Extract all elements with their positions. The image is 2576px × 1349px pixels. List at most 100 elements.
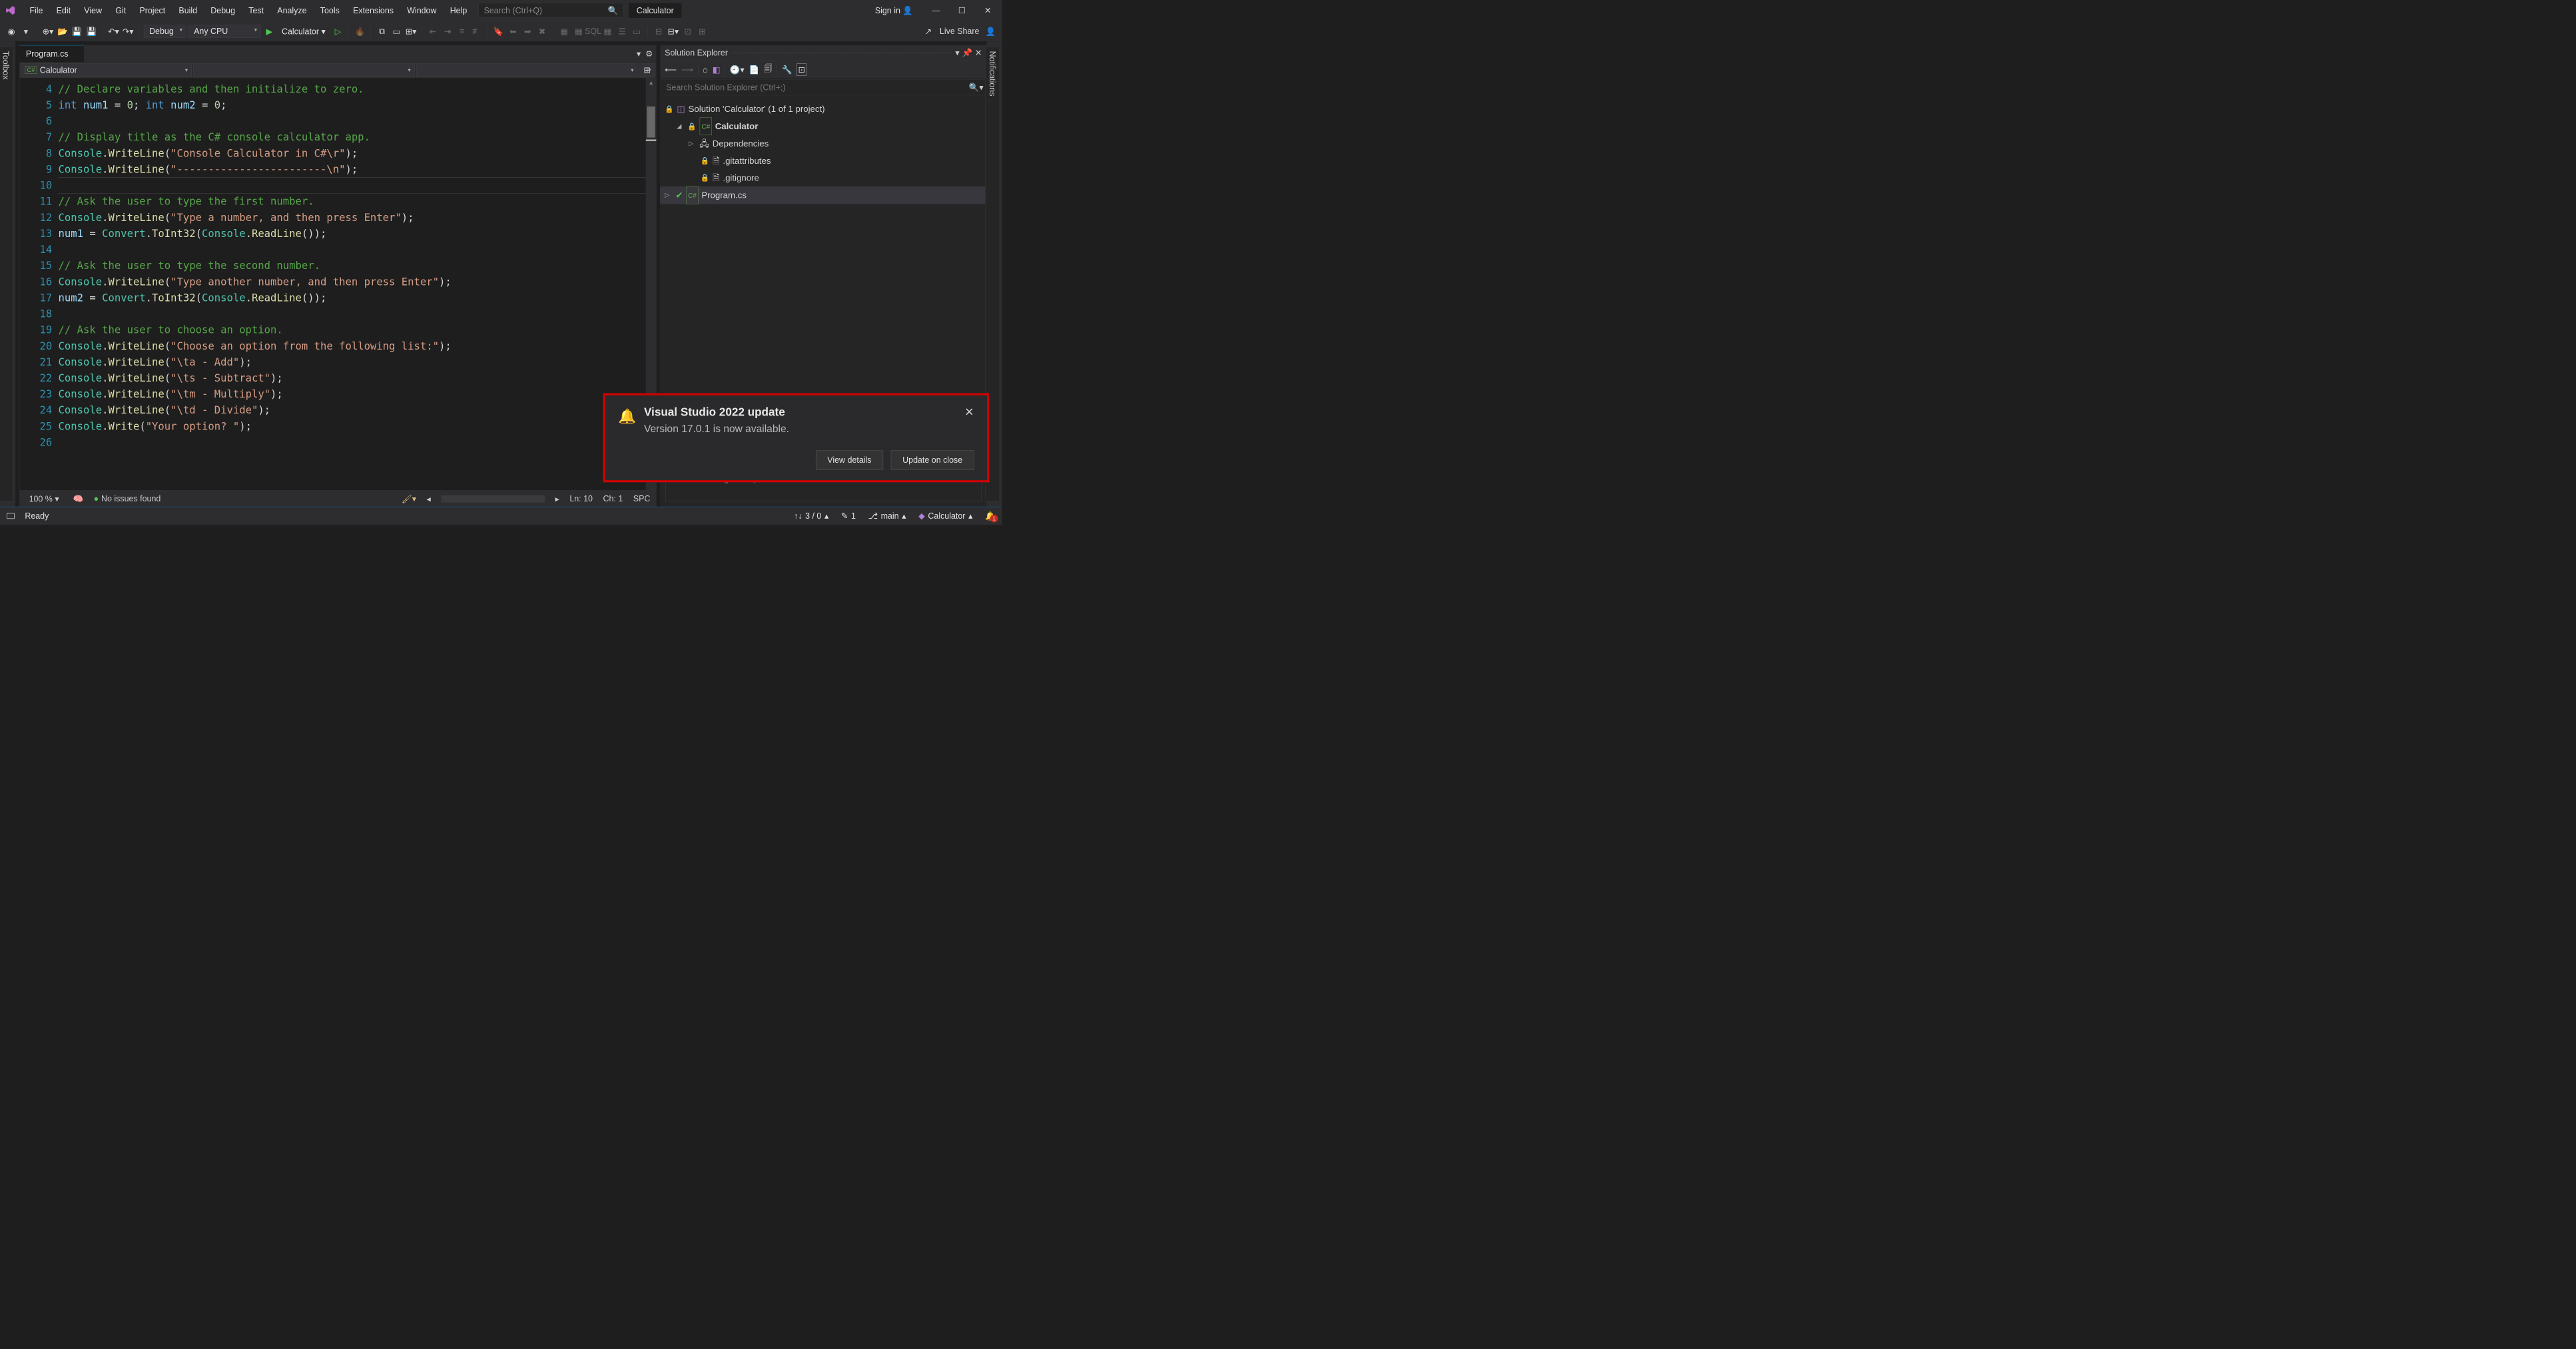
config-combo[interactable]: Debug <box>144 25 186 38</box>
start-debug-icon[interactable]: ▶ <box>263 25 276 38</box>
bookmark-clear-icon: ✖ <box>536 25 549 38</box>
menu-view[interactable]: View <box>78 3 108 17</box>
code-area[interactable]: // Declare variables and then initialize… <box>59 78 646 490</box>
project-node[interactable]: ◢ 🔒 C# Calculator <box>665 118 982 135</box>
search-icon: 🔍 <box>608 5 618 15</box>
nav-project-combo[interactable]: C# Calculator <box>21 63 192 77</box>
se-search[interactable]: 🔍▾ <box>661 79 986 95</box>
dependencies-node[interactable]: ▷ 🖧 Dependencies <box>665 135 982 152</box>
tab-program-cs[interactable]: Program.cs <box>19 45 84 62</box>
close-icon[interactable]: ✕ <box>964 405 974 419</box>
quick-search[interactable]: Search (Ctrl+Q) 🔍 <box>478 3 623 18</box>
solution-node[interactable]: 🔒 ◫ Solution 'Calculator' (1 of 1 projec… <box>665 101 982 118</box>
zoom-combo[interactable]: 100 % ▾ <box>25 494 63 504</box>
show-all-icon[interactable]: ⊡ <box>797 63 806 76</box>
uncomment-icon: ≢ <box>470 25 483 38</box>
scroll-thumb[interactable] <box>647 107 655 138</box>
program-cs-node[interactable]: ▷ ✔ C# Program.cs <box>660 186 986 204</box>
open-folder-icon[interactable]: 📂 <box>56 25 69 38</box>
solution-tree[interactable]: 🔒 ◫ Solution 'Calculator' (1 of 1 projec… <box>660 97 986 429</box>
menu-test[interactable]: Test <box>242 3 270 17</box>
notifications-bell[interactable]: 🔔 1 <box>985 511 995 521</box>
windows-icon[interactable]: ⊞▾ <box>405 25 418 38</box>
nav-split-icon[interactable]: ⊞ <box>639 63 655 77</box>
account-icon[interactable]: 👤 <box>984 25 997 38</box>
cleanup-icon[interactable]: 🖌▾ <box>402 494 416 504</box>
comment-icon: ≡ <box>456 25 468 38</box>
save-icon[interactable]: 💾 <box>71 25 83 38</box>
tab-settings-icon[interactable]: ⚙ <box>645 49 653 59</box>
wrap-icon[interactable]: ⊟▾ <box>667 25 679 38</box>
branch-indicator[interactable]: ⎇ main ▴ <box>868 511 906 521</box>
toolbox-tab[interactable]: Toolbox <box>0 47 13 501</box>
live-share-button[interactable]: Live Share <box>940 27 980 36</box>
new-item-icon[interactable]: ⊕▾ <box>42 25 55 38</box>
undo-icon[interactable]: ↶▾ <box>107 25 120 38</box>
start-no-debug-icon[interactable]: ▷ <box>332 25 344 38</box>
panel-close-icon[interactable]: ✕ <box>975 48 982 58</box>
properties-icon[interactable]: 🔧 <box>782 65 792 75</box>
collapse-icon[interactable]: 🗐 <box>764 63 772 77</box>
menu-git[interactable]: Git <box>109 3 133 17</box>
menu-file[interactable]: File <box>23 3 49 17</box>
fwd-icon[interactable]: ⟶ <box>681 65 693 75</box>
nav-member-combo[interactable] <box>416 63 637 77</box>
search-icon[interactable]: 🔍▾ <box>967 79 985 95</box>
panel-dropdown-icon[interactable]: ▾ <box>955 48 959 58</box>
app-icon[interactable]: ▭ <box>390 25 403 38</box>
hot-reload-icon: 🔥 <box>354 25 366 38</box>
indent-mode[interactable]: SPC <box>633 494 651 504</box>
sync-status[interactable]: ↑↓ 3 / 0 ▴ <box>794 511 828 521</box>
home-icon[interactable]: ⌂ <box>703 65 708 74</box>
history-icon[interactable]: 🕘▾ <box>730 65 745 75</box>
menu-tools[interactable]: Tools <box>314 3 346 17</box>
list-icon: ☰ <box>616 25 629 38</box>
minimize-button[interactable]: — <box>927 3 945 18</box>
scroll-right-icon[interactable]: ▸ <box>555 494 559 504</box>
menu-edit[interactable]: Edit <box>50 3 77 17</box>
menu-project[interactable]: Project <box>133 3 171 17</box>
switch-views-icon[interactable]: ◧ <box>713 65 721 75</box>
update-on-close-button[interactable]: Update on close <box>891 450 974 469</box>
share-icon[interactable]: ↗ <box>922 25 934 38</box>
close-button[interactable]: ✕ <box>979 3 997 18</box>
menu-build[interactable]: Build <box>172 3 203 17</box>
expand-icon[interactable]: ◢ <box>677 118 685 135</box>
expand-icon[interactable]: ▷ <box>665 186 673 204</box>
pending-changes[interactable]: ✎ 1 <box>841 511 856 521</box>
expand-icon[interactable]: ▷ <box>689 135 697 152</box>
redo-icon[interactable]: ↷▾ <box>122 25 135 38</box>
cs-badge-icon: C# <box>25 66 37 74</box>
sync-icon[interactable]: 📄 <box>749 65 759 75</box>
se-search-input[interactable] <box>661 79 967 95</box>
search-placeholder: Search (Ctrl+Q) <box>484 5 543 15</box>
menu-window[interactable]: Window <box>401 3 443 17</box>
menu-debug[interactable]: Debug <box>204 3 241 17</box>
back-icon[interactable]: ⟵ <box>665 65 677 75</box>
menu-analyze[interactable]: Analyze <box>271 3 313 17</box>
nav-back-icon[interactable]: ◉ <box>5 25 18 38</box>
h-scroll-track[interactable] <box>441 495 545 503</box>
pin-icon[interactable]: 📌 <box>962 48 972 58</box>
nav-fwd-icon[interactable]: ▾ <box>20 25 33 38</box>
intellisense-icon[interactable]: 🧠 <box>73 494 83 504</box>
nav-type-combo[interactable] <box>193 63 414 77</box>
scroll-left-icon[interactable]: ◂ <box>427 494 431 504</box>
start-target[interactable]: Calculator ▾ <box>278 25 330 37</box>
save-all-icon[interactable]: 💾 <box>85 25 98 38</box>
menu-extensions[interactable]: Extensions <box>347 3 400 17</box>
maximize-button[interactable]: ☐ <box>953 3 971 18</box>
code-editor[interactable]: 4567891011121314151617181920212223242526… <box>19 78 657 491</box>
bookmark-icon[interactable]: 🔖 <box>492 25 505 38</box>
sign-in-button[interactable]: Sign in 👤 <box>868 3 919 18</box>
browser-link-icon[interactable]: ⧉ <box>376 25 388 38</box>
file-node[interactable]: 🔒🗎.gitignore <box>665 169 982 186</box>
file-node[interactable]: 🔒🗎.gitattributes <box>665 152 982 170</box>
project-indicator[interactable]: ◆ Calculator ▴ <box>918 511 972 521</box>
menu-help[interactable]: Help <box>444 3 473 17</box>
table-icon: ▦ <box>601 25 614 38</box>
view-details-button[interactable]: View details <box>816 450 883 469</box>
platform-combo[interactable]: Any CPU <box>188 25 261 38</box>
feedback-icon[interactable] <box>7 513 15 519</box>
tab-dropdown-icon[interactable]: ▾ <box>637 49 641 59</box>
